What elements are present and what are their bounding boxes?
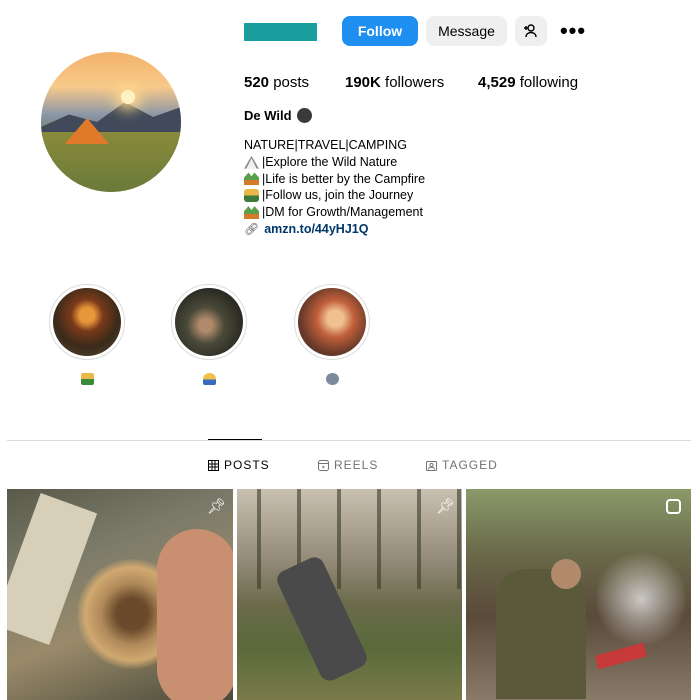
highlight-label bbox=[171, 373, 247, 388]
post-image-hand bbox=[157, 529, 233, 700]
post-thumbnail[interactable]: 📌︎ bbox=[7, 489, 233, 700]
tab-tagged[interactable]: TAGGED bbox=[426, 458, 498, 472]
tab-label: REELS bbox=[334, 458, 379, 472]
tab-reels[interactable]: REELS bbox=[318, 458, 378, 472]
post-thumbnail[interactable]: 📌︎ bbox=[237, 489, 462, 700]
username-redacted bbox=[244, 23, 317, 41]
highlight-cover bbox=[175, 288, 243, 356]
tent-emoji-icon bbox=[244, 155, 259, 169]
link-icon: 🔗︎ bbox=[244, 221, 260, 236]
followers-count: 190K bbox=[345, 74, 381, 91]
story-highlight[interactable] bbox=[49, 284, 125, 360]
post-image-man bbox=[496, 569, 586, 699]
post-thumbnail[interactable] bbox=[466, 489, 691, 700]
pin-icon: 📌︎ bbox=[207, 498, 227, 515]
highlight-cover bbox=[53, 288, 121, 356]
bio-line: |Explore the Wild Nature bbox=[244, 154, 425, 171]
bio-link-row[interactable]: 🔗︎ amzn.to/44yHJ1Q bbox=[244, 221, 425, 238]
highlight-label bbox=[294, 373, 370, 388]
avatar-sun bbox=[121, 90, 135, 104]
story-highlight[interactable] bbox=[294, 284, 370, 360]
posts-label: posts bbox=[273, 74, 310, 91]
more-options-icon[interactable]: ••• bbox=[557, 16, 589, 46]
tabs-divider bbox=[7, 440, 691, 441]
bio-line: |DM for Growth/Management bbox=[244, 204, 425, 221]
highlight-label bbox=[49, 373, 125, 388]
status-dot-icon bbox=[296, 108, 312, 123]
following-stat[interactable]: 4,529 following bbox=[478, 74, 578, 91]
reels-icon bbox=[318, 459, 329, 471]
reel-icon bbox=[666, 499, 681, 514]
suggested-users-button[interactable] bbox=[515, 16, 547, 46]
grid-icon bbox=[208, 459, 219, 471]
bio: NATURE|TRAVEL|CAMPING |Explore the Wild … bbox=[244, 137, 425, 238]
bio-line: |Life is better by the Campfire bbox=[244, 171, 425, 188]
posts-count: 520 bbox=[244, 74, 270, 91]
bio-line: |Follow us, join the Journey bbox=[244, 187, 425, 204]
follow-button[interactable]: Follow bbox=[342, 16, 418, 46]
followers-label: followers bbox=[385, 74, 445, 91]
bio-text: |DM for Growth/Management bbox=[262, 205, 423, 220]
bio-line: NATURE|TRAVEL|CAMPING bbox=[244, 137, 425, 154]
tab-posts[interactable]: POSTS bbox=[208, 458, 270, 472]
message-button[interactable]: Message bbox=[426, 16, 507, 46]
followers-stat[interactable]: 190K followers bbox=[345, 74, 444, 91]
post-image-head bbox=[551, 559, 581, 589]
people-emoji-icon bbox=[244, 189, 259, 203]
face-emoji-icon bbox=[325, 373, 339, 385]
tab-label: POSTS bbox=[224, 458, 270, 472]
tab-label: TAGGED bbox=[442, 458, 498, 472]
camping-emoji-icon bbox=[244, 206, 259, 220]
person-emoji-icon bbox=[202, 373, 216, 385]
bio-text: NATURE|TRAVEL|CAMPING bbox=[244, 138, 407, 152]
display-name-row: De Wild bbox=[244, 108, 312, 123]
story-highlight[interactable] bbox=[171, 284, 247, 360]
highlight-cover bbox=[298, 288, 366, 356]
profile-avatar[interactable] bbox=[41, 52, 181, 192]
avatar-hill bbox=[41, 132, 181, 192]
following-label: following bbox=[519, 74, 579, 91]
bio-text: |Explore the Wild Nature bbox=[262, 154, 398, 169]
following-count: 4,529 bbox=[478, 74, 516, 91]
post-image-trees bbox=[237, 489, 462, 589]
post-image-smoke bbox=[596, 549, 686, 649]
pin-icon: 📌︎ bbox=[436, 498, 456, 515]
bio-link[interactable]: amzn.to/44yHJ1Q bbox=[264, 221, 368, 238]
active-tab-indicator bbox=[208, 439, 262, 440]
posts-stat: 520 posts bbox=[244, 74, 309, 91]
bio-text: |Follow us, join the Journey bbox=[262, 188, 414, 203]
add-person-icon bbox=[524, 24, 537, 38]
tagged-icon bbox=[426, 460, 437, 471]
camping-emoji-icon bbox=[244, 172, 259, 186]
post-image-tool bbox=[595, 642, 647, 670]
bio-text: |Life is better by the Campfire bbox=[262, 171, 426, 186]
display-name: De Wild bbox=[244, 108, 292, 123]
people-emoji-icon bbox=[80, 373, 94, 385]
